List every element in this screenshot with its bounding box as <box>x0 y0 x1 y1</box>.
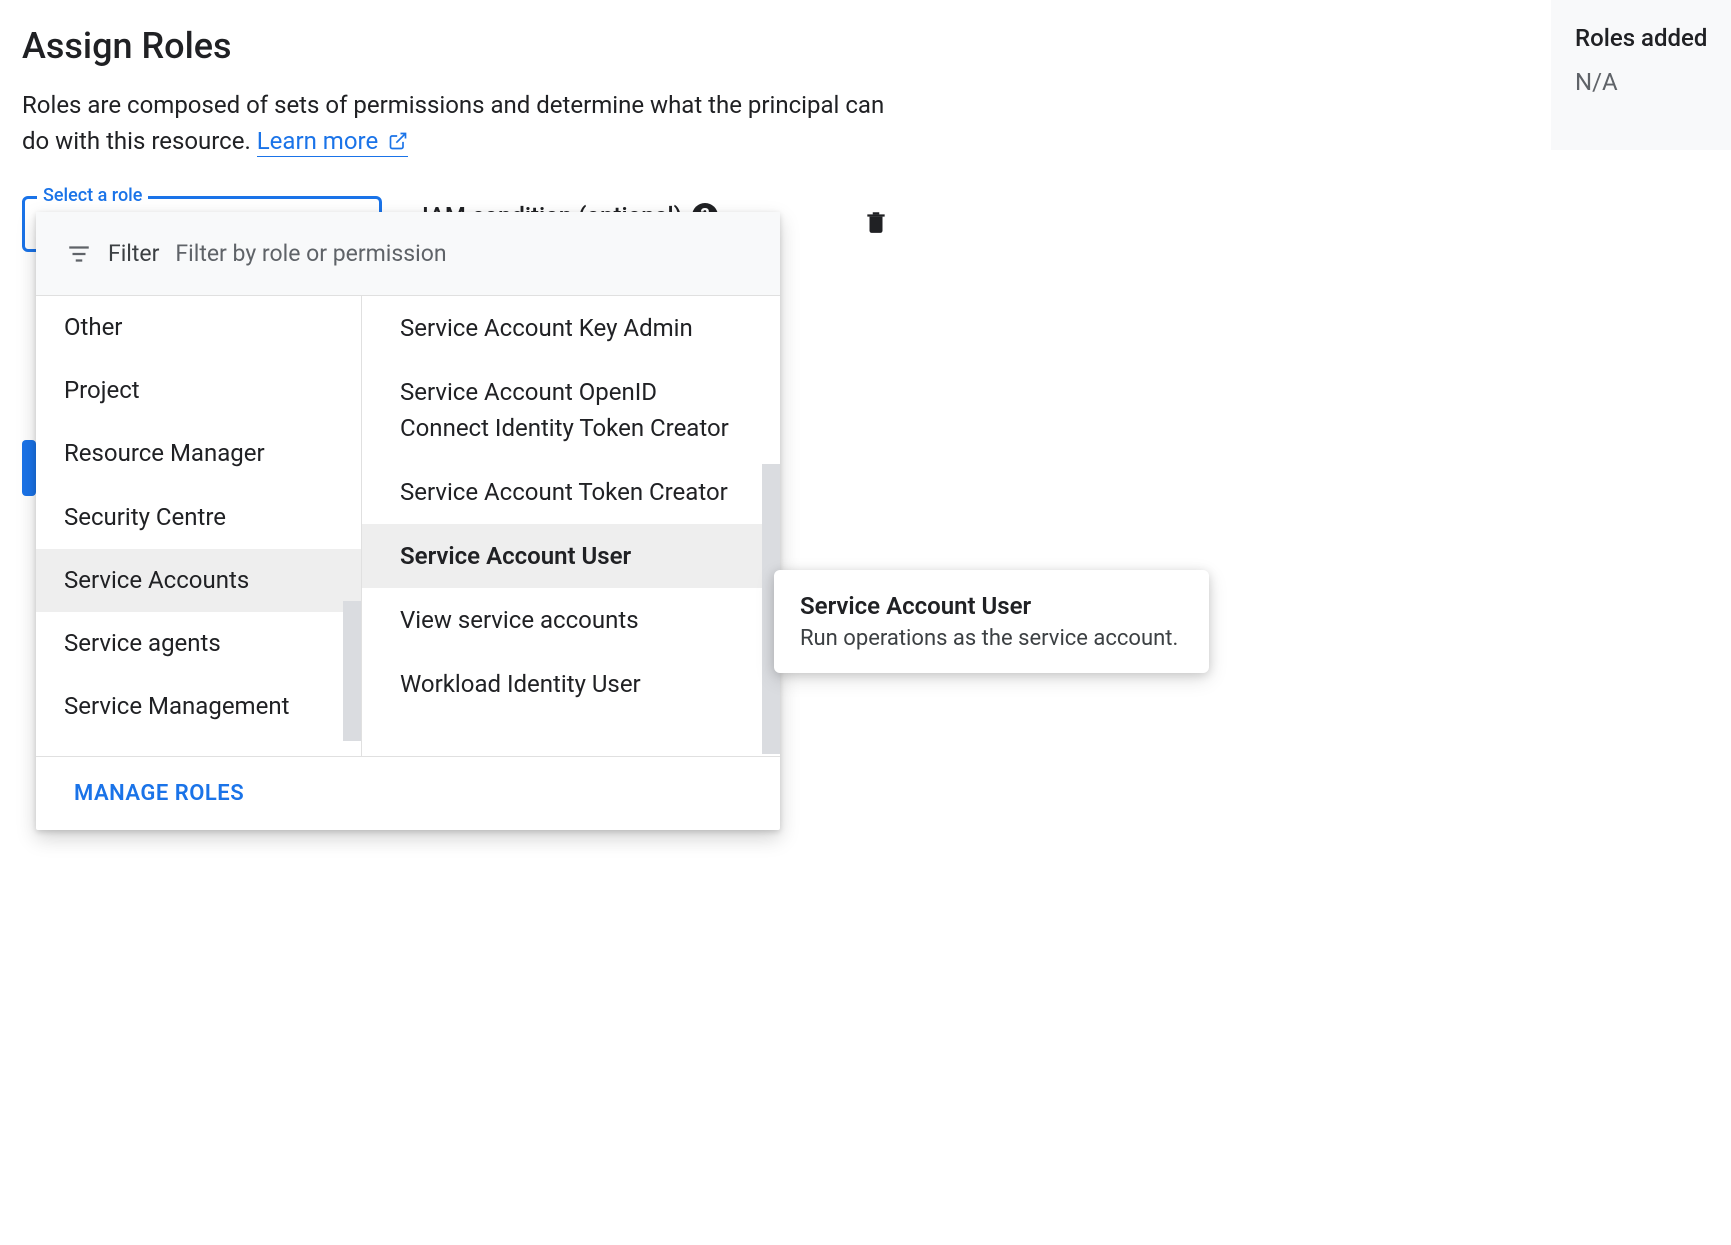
role-category-item[interactable]: Other <box>36 296 361 359</box>
filter-placeholder: Filter by role or permission <box>175 240 446 267</box>
roles-added-sidebar: Roles added N/A <box>1551 0 1731 150</box>
roles-added-value: N/A <box>1575 68 1731 96</box>
description-text: Roles are composed of sets of permission… <box>22 91 884 155</box>
scrollbar[interactable] <box>343 601 361 741</box>
filter-label: Filter <box>108 240 159 267</box>
roles-added-title: Roles added <box>1575 24 1731 52</box>
role-category-item[interactable]: Resource Manager <box>36 422 361 485</box>
delete-role-button[interactable] <box>863 196 889 240</box>
role-lists: Other Project Resource Manager Security … <box>36 296 780 756</box>
page-title: Assign Roles <box>0 0 1731 67</box>
role-list[interactable]: Service Account Key Admin Service Accoun… <box>362 296 780 756</box>
role-item[interactable]: View service accounts <box>362 588 780 652</box>
select-role-label: Select a role <box>37 185 148 206</box>
role-item[interactable]: Service Account Token Creator <box>362 460 780 524</box>
role-item[interactable]: Workload Identity User <box>362 652 780 716</box>
learn-more-link[interactable]: Learn more <box>257 127 408 157</box>
dropdown-footer: MANAGE ROLES <box>36 756 780 830</box>
tooltip-description: Run operations as the service account. <box>800 626 1183 651</box>
role-item[interactable]: Service Account Key Admin <box>362 296 780 360</box>
manage-roles-link[interactable]: MANAGE ROLES <box>74 781 244 806</box>
external-link-icon <box>388 125 408 161</box>
role-category-item[interactable]: Security Centre <box>36 486 361 549</box>
role-category-list[interactable]: Other Project Resource Manager Security … <box>36 296 362 756</box>
role-category-item[interactable]: Service Accounts <box>36 549 361 612</box>
trash-icon <box>863 208 889 236</box>
filter-icon <box>66 241 92 267</box>
filter-row[interactable]: Filter Filter by role or permission <box>36 212 780 296</box>
tooltip-title: Service Account User <box>800 592 1183 620</box>
role-selector-dropdown: Filter Filter by role or permission Othe… <box>36 212 780 830</box>
page-description: Roles are composed of sets of permission… <box>0 67 920 161</box>
role-item[interactable]: Service Account User <box>362 524 780 588</box>
role-category-item[interactable]: Service Management <box>36 675 361 738</box>
learn-more-label: Learn more <box>257 127 378 155</box>
add-another-role-button[interactable] <box>22 440 36 496</box>
role-item[interactable]: Service Account OpenID Connect Identity … <box>362 360 780 460</box>
role-category-item[interactable]: Project <box>36 359 361 422</box>
role-tooltip: Service Account User Run operations as t… <box>774 570 1209 673</box>
role-category-item[interactable]: Service agents <box>36 612 361 675</box>
